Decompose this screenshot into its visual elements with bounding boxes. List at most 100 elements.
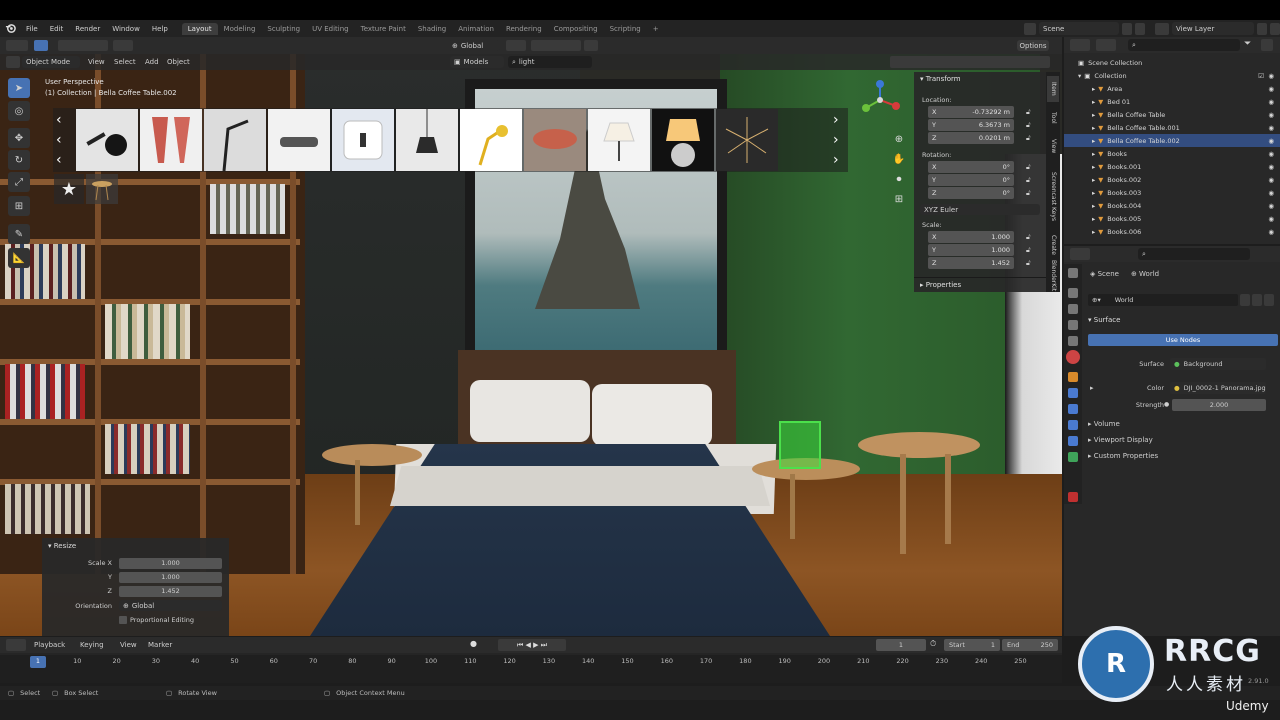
world-name-field[interactable]: ⊕▾ World bbox=[1088, 294, 1238, 306]
scale-y-field[interactable]: Y 1.000 bbox=[928, 244, 1014, 256]
resize-title[interactable]: ▾ Resize bbox=[48, 542, 76, 550]
outliner-row[interactable]: ▸ ▼ Bed 01 ◉ bbox=[1064, 95, 1280, 108]
rotation-z-field[interactable]: Z 0° bbox=[928, 187, 1014, 199]
asset-table-lamp[interactable] bbox=[588, 109, 650, 171]
playback-controls[interactable]: ⏮ ◀ ▶ ⏭ bbox=[498, 639, 566, 651]
visibility-eye-icon[interactable]: ◉ bbox=[1268, 124, 1274, 132]
outliner-row[interactable]: ▸ ▼ Area ◉ bbox=[1064, 82, 1280, 95]
navigation-gizmo[interactable] bbox=[858, 78, 902, 122]
options-button[interactable]: Options bbox=[1017, 40, 1049, 51]
proportional-icon[interactable] bbox=[584, 40, 598, 51]
asset-sconce-pair[interactable] bbox=[140, 109, 202, 171]
expand-arrow-icon[interactable]: ▸ bbox=[1092, 111, 1095, 119]
camera-icon[interactable]: ⏺ bbox=[890, 174, 908, 190]
expand-arrow-icon[interactable]: ▸ bbox=[1092, 137, 1095, 145]
modifier-tab-icon[interactable] bbox=[1068, 388, 1078, 398]
scale-y-field[interactable]: 1.000 bbox=[119, 572, 222, 583]
rotation-y-field[interactable]: Y 0° bbox=[928, 174, 1014, 186]
scene-field[interactable]: Scene bbox=[1039, 22, 1119, 35]
lock-icon[interactable]: 🔓︎ bbox=[1026, 233, 1031, 242]
selection-mode-icons[interactable] bbox=[58, 40, 108, 51]
tab-view[interactable]: View bbox=[1047, 134, 1059, 158]
new-world-icon[interactable] bbox=[1252, 294, 1262, 306]
scene-icon[interactable] bbox=[1024, 22, 1036, 35]
scale-z-field[interactable]: 1.452 bbox=[119, 586, 222, 597]
lock-icon[interactable]: 🔓︎ bbox=[1026, 259, 1031, 268]
lock-icon[interactable]: 🔓︎ bbox=[1026, 134, 1031, 143]
filter-icon[interactable]: ⏷ bbox=[1244, 39, 1256, 51]
delete-scene-icon[interactable] bbox=[1135, 22, 1145, 35]
timeline-editor-icon[interactable] bbox=[6, 639, 26, 651]
expand-arrow-icon[interactable]: ▸ bbox=[1092, 202, 1095, 210]
current-frame-field[interactable]: 1 bbox=[876, 639, 926, 651]
start-frame-field[interactable]: Start 1 bbox=[944, 639, 1000, 651]
editor-type-icon[interactable] bbox=[6, 40, 28, 51]
asset-ceiling-light[interactable] bbox=[268, 109, 330, 171]
lock-icon[interactable]: 🔓︎ bbox=[1026, 176, 1031, 185]
asset-floor-lamp[interactable] bbox=[204, 109, 266, 171]
menu-help[interactable]: Help bbox=[146, 25, 174, 33]
constraints-tab-icon[interactable] bbox=[1068, 436, 1078, 446]
asset-table-lamp-lit[interactable] bbox=[652, 109, 714, 171]
tab-screencast-keys[interactable]: Screencast Keys bbox=[1047, 162, 1059, 230]
visibility-eye-icon[interactable]: ◉ bbox=[1268, 202, 1274, 210]
grid-view-icon[interactable]: ⊞ bbox=[890, 194, 908, 210]
scroll-right-arrows[interactable]: › › › bbox=[833, 110, 839, 170]
view-layer-field[interactable]: View Layer bbox=[1172, 22, 1254, 35]
output-tab-icon[interactable] bbox=[1068, 304, 1078, 314]
menu-render[interactable]: Render bbox=[69, 25, 106, 33]
outliner-row[interactable]: ▸ ▼ Books.004 ◉ bbox=[1064, 199, 1280, 212]
surface-panel-header[interactable]: ▾ Surface bbox=[1088, 316, 1120, 324]
fake-user-icon[interactable] bbox=[1240, 294, 1250, 306]
outliner-scene-collection[interactable]: ▣ Scene Collection bbox=[1064, 56, 1280, 69]
outliner-editor-icon[interactable] bbox=[1070, 39, 1090, 51]
visibility-eye-icon[interactable]: ◉ bbox=[1268, 72, 1274, 80]
tab-create[interactable]: Create bbox=[1047, 232, 1059, 258]
tab-animation[interactable]: Animation bbox=[452, 23, 500, 35]
scale-z-field[interactable]: Z 1.452 bbox=[928, 257, 1014, 269]
tab-uv-editing[interactable]: UV Editing bbox=[306, 23, 355, 35]
pan-hand-icon[interactable]: ✋ bbox=[890, 154, 908, 170]
location-z-field[interactable]: Z 0.0201 m bbox=[928, 132, 1014, 144]
use-nodes-button[interactable]: Use Nodes bbox=[1088, 334, 1278, 346]
transform-header[interactable]: ▾ Transform bbox=[920, 75, 961, 83]
delete-view-layer-icon[interactable] bbox=[1270, 22, 1280, 35]
lock-icon[interactable]: 🔓︎ bbox=[1026, 246, 1031, 255]
exclude-checkbox-icon[interactable]: ☑ bbox=[1258, 72, 1264, 80]
volume-panel-header[interactable]: ▸ Volume bbox=[1088, 420, 1120, 428]
expand-arrow-icon[interactable]: ▸ bbox=[1092, 228, 1095, 236]
expand-arrow-icon[interactable]: ▸ bbox=[1092, 176, 1095, 184]
transform-orientation-dropdown[interactable]: ⊕ Global bbox=[448, 40, 500, 51]
zoom-icon[interactable]: ⊕ bbox=[890, 134, 908, 150]
visibility-eye-icon[interactable]: ◉ bbox=[1268, 150, 1274, 158]
asset-industrial-lamp[interactable] bbox=[524, 109, 586, 171]
menu-edit[interactable]: Edit bbox=[44, 25, 70, 33]
tab-scripting[interactable]: Scripting bbox=[604, 23, 647, 35]
menu-view[interactable]: View bbox=[88, 58, 105, 66]
asset-wall-lamp[interactable] bbox=[76, 109, 138, 171]
keyframe-dot-icon[interactable]: ● bbox=[1164, 401, 1169, 408]
proportional-editing-checkbox[interactable]: Proportional Editing bbox=[119, 616, 194, 624]
end-frame-field[interactable]: End 250 bbox=[1002, 639, 1058, 651]
outliner-search-input[interactable]: ⌕ bbox=[1128, 39, 1240, 51]
tab-modeling[interactable]: Modeling bbox=[218, 23, 262, 35]
viewport-editor-icon[interactable] bbox=[6, 56, 20, 68]
menu-file[interactable]: File bbox=[20, 25, 44, 33]
asset-category-dropdown[interactable]: ▣ Models bbox=[450, 56, 504, 68]
menu-object[interactable]: Object bbox=[167, 58, 190, 66]
surface-shader-field[interactable]: ● Background bbox=[1170, 358, 1266, 370]
selected-object-highlight[interactable] bbox=[779, 421, 821, 469]
tab-rendering[interactable]: Rendering bbox=[500, 23, 548, 35]
outliner-row[interactable]: ▸ ▼ Bella Coffee Table.002 ◉ bbox=[1064, 134, 1280, 147]
tool-tab-icon[interactable] bbox=[1068, 268, 1078, 278]
visibility-eye-icon[interactable]: ◉ bbox=[1268, 215, 1274, 223]
snap-icons[interactable] bbox=[531, 40, 581, 51]
texture-tab-icon[interactable] bbox=[1068, 492, 1078, 502]
menu-add[interactable]: Add bbox=[145, 58, 159, 66]
viewport-display-panel-header[interactable]: ▸ Viewport Display bbox=[1088, 436, 1153, 444]
options-dropdown-icon[interactable] bbox=[113, 40, 133, 51]
asset-pendant-lamp[interactable] bbox=[396, 109, 458, 171]
measure-tool[interactable]: 📐 bbox=[8, 248, 30, 268]
add-workspace-button[interactable]: + bbox=[647, 23, 665, 35]
expand-arrow-icon[interactable]: ▾ bbox=[1078, 72, 1081, 80]
